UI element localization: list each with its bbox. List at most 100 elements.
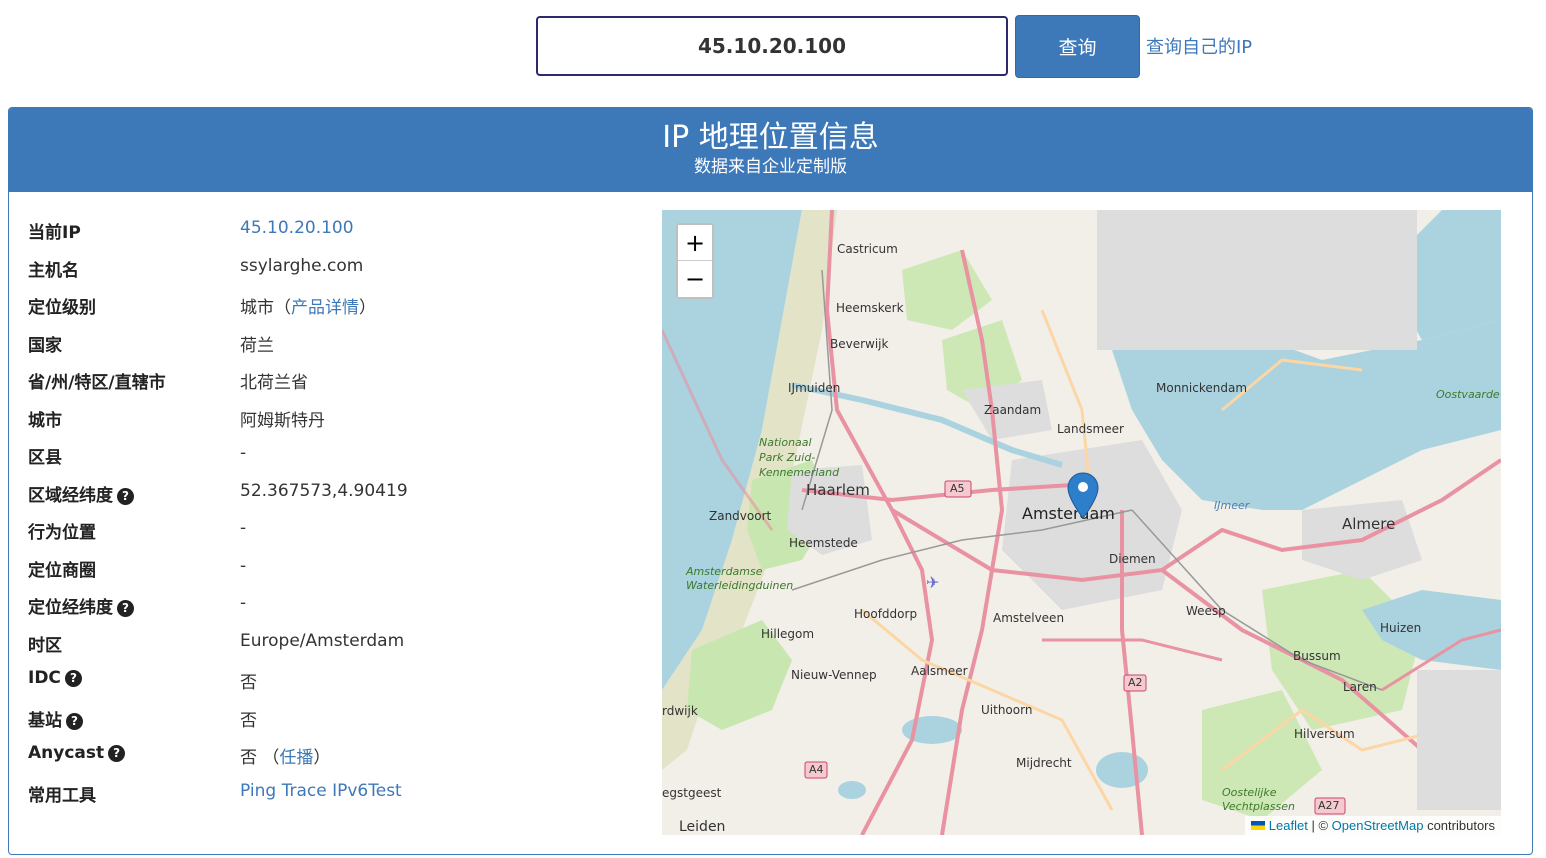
map-marker-icon[interactable] <box>1066 472 1100 520</box>
label-province: 省/州/特区/直辖市 <box>28 373 166 393</box>
map-label-almere: Almere <box>1342 515 1396 533</box>
label-district: 区县 <box>28 448 62 468</box>
map-label-landsmeer: Landsmeer <box>1057 422 1124 436</box>
map-label-zaandam: Zaandam <box>984 403 1042 417</box>
map-label-heemskerk: Heemskerk <box>836 301 904 315</box>
value-idc: 否 <box>240 673 257 693</box>
value-behavior-location: - <box>240 518 247 538</box>
map-label-diemen: Diemen <box>1109 552 1156 566</box>
question-circle-icon[interactable]: ? <box>66 712 83 730</box>
value-district: - <box>240 443 247 463</box>
highway-a27-label: A27 <box>1318 799 1340 812</box>
label-location-coords: 定位经纬度? <box>28 593 134 618</box>
map-label-castricum: Castricum <box>837 242 898 256</box>
svg-text:✈: ✈ <box>926 573 939 592</box>
question-circle-icon[interactable]: ? <box>64 670 82 687</box>
label-location-level: 定位级别 <box>28 298 96 318</box>
card-subtitle: 数据来自企业定制版 <box>694 157 847 177</box>
ip-geo-card: IP 地理位置信息 数据来自企业定制版 当前IP 45.10.20.100 主机… <box>8 107 1533 855</box>
label-business-area: 定位商圈 <box>28 560 96 581</box>
label-current-ip: 当前IP <box>28 223 81 243</box>
current-ip-link[interactable]: 45.10.20.100 <box>240 218 354 238</box>
label-idc-text: IDC <box>28 668 61 688</box>
label-tools: 常用工具 <box>28 785 96 806</box>
label-timezone: 时区 <box>28 635 62 656</box>
ukraine-flag-icon <box>1250 821 1265 830</box>
map-label-beverwijk: Beverwijk <box>830 337 889 351</box>
map-label-uithoorn: Uithoorn <box>981 703 1033 717</box>
label-base-station-text: 基站 <box>28 710 62 731</box>
map-label-hilversum: Hilversum <box>1294 727 1355 741</box>
location-level-text: 城市 <box>240 298 274 318</box>
paren-close: ） <box>313 748 331 768</box>
zoom-out-button[interactable]: − <box>678 261 712 297</box>
map-label-monnickendam: Monnickendam <box>1156 381 1248 395</box>
value-province: 北荷兰省 <box>240 373 308 393</box>
query-own-ip-link[interactable]: 查询自己的IP <box>1146 33 1252 59</box>
label-base-station: 基站? <box>28 706 83 731</box>
map-label-leiden: Leiden <box>679 819 726 835</box>
map-label-noordwijk: rdwijk <box>662 704 698 718</box>
map-label-ijmuiden: IJmuiden <box>788 381 841 395</box>
map-label-national-park: Nationaal Park Zuid- Kennemerland <box>759 436 840 479</box>
map-label-nieuw-vennep: Nieuw-Vennep <box>791 668 877 682</box>
map-label-laren: Laren <box>1343 680 1377 694</box>
highway-a2-label: A2 <box>1128 676 1143 689</box>
label-location-coords-text: 定位经纬度 <box>28 598 113 618</box>
value-tools: Ping Trace IPv6Test <box>240 781 402 801</box>
value-hostname: ssylarghe.com <box>240 255 364 276</box>
card-header: IP 地理位置信息 数据来自企业定制版 <box>9 108 1532 192</box>
map-attribution: Leaflet | © OpenStreetMap contributors <box>1244 816 1501 835</box>
map-label-weesp: Weesp <box>1186 604 1226 618</box>
ping-link[interactable]: Ping <box>240 781 276 801</box>
value-location-coords: - <box>240 593 247 613</box>
label-anycast: Anycast? <box>28 743 126 763</box>
anycast-text: 否 <box>240 748 257 768</box>
map-label-hoofddorp: Hoofddorp <box>854 607 918 621</box>
map-label-oostvaarders: Oostvaarde <box>1436 388 1500 401</box>
label-idc: IDC? <box>28 668 82 688</box>
label-region-coords-text: 区域经纬度 <box>28 485 113 506</box>
label-behavior-location: 行为位置 <box>28 523 96 543</box>
value-base-station: 否 <box>240 710 257 731</box>
ipv6test-link[interactable]: IPv6Test <box>332 781 402 801</box>
leaflet-link[interactable]: Leaflet <box>1269 818 1308 833</box>
map-label-aalsmeer: Aalsmeer <box>911 664 968 678</box>
paren-close: ） <box>359 298 376 318</box>
paren-open: （ <box>274 298 291 318</box>
value-city: 阿姆斯特丹 <box>240 410 325 431</box>
question-circle-icon[interactable]: ? <box>108 745 126 762</box>
map-label-amstelveen: Amstelveen <box>993 611 1065 625</box>
map-label-haarlem: Haarlem <box>806 481 870 499</box>
map-label-oostelijke: Oostelijke Vechtplassen <box>1222 786 1295 813</box>
paren-open: （ <box>262 748 280 768</box>
trace-link[interactable]: Trace <box>282 781 327 801</box>
card-title: IP 地理位置信息 <box>662 120 879 155</box>
label-country: 国家 <box>28 335 62 356</box>
map-label-amsterdamse: Amsterdamse Waterleidingduinen <box>686 565 794 592</box>
value-location-level: 城市（产品详情） <box>240 293 376 318</box>
map-view[interactable]: ✈ A5 A2 A4 A27 Castricum Heemskerk Bever… <box>662 210 1501 835</box>
zoom-control: + − <box>676 223 714 299</box>
map-label-huizen: Huizen <box>1380 621 1422 635</box>
label-hostname: 主机名 <box>28 260 79 281</box>
zoom-in-button[interactable]: + <box>678 225 712 261</box>
question-circle-icon[interactable]: ? <box>117 600 134 617</box>
value-business-area: - <box>240 555 247 576</box>
highway-a5-label: A5 <box>950 482 965 495</box>
label-region-coords: 区域经纬度? <box>28 481 134 506</box>
map-label-zandvoort: Zandvoort <box>709 509 772 523</box>
value-anycast: 否 （任播） <box>240 743 330 768</box>
anycast-link[interactable]: 任播 <box>279 748 313 768</box>
product-details-link[interactable]: 产品详情 <box>291 298 359 318</box>
highway-a4-label: A4 <box>809 763 824 776</box>
map-label-hillegom: Hillegom <box>761 627 815 641</box>
map-label-heemstede: Heemstede <box>789 536 858 550</box>
ip-search-input[interactable] <box>536 16 1008 76</box>
query-button[interactable]: 查询 <box>1015 15 1140 78</box>
value-timezone: Europe/Amsterdam <box>240 630 405 651</box>
question-circle-icon[interactable]: ? <box>117 487 134 505</box>
openstreetmap-link[interactable]: OpenStreetMap <box>1332 818 1424 833</box>
value-country: 荷兰 <box>240 335 274 356</box>
map-label-mijdrecht: Mijdrecht <box>1016 756 1072 770</box>
